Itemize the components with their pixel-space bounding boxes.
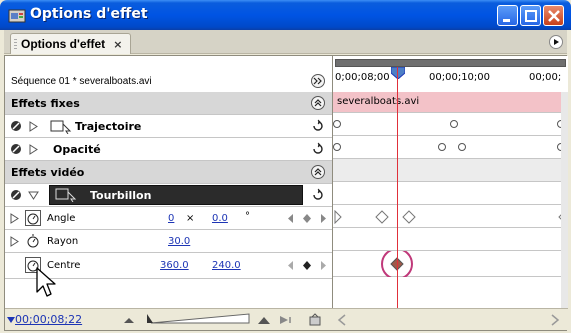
scroll-right-icon[interactable] xyxy=(550,314,560,326)
zoom-bar[interactable] xyxy=(335,59,566,67)
angle-revolutions-value[interactable]: 0 xyxy=(168,213,174,224)
mouse-cursor-icon xyxy=(36,267,56,297)
timeline-row-rayon xyxy=(333,228,568,251)
effect-controls-content: Séquence 01 * severalboats.avi Effets fi… xyxy=(4,55,568,331)
scroll-left-icon[interactable] xyxy=(337,314,347,326)
tab-label: Options d'effet xyxy=(21,37,106,51)
current-timecode[interactable]: 00;00;08;22 xyxy=(15,313,82,326)
reset-icon[interactable] xyxy=(311,142,325,156)
expand-triangle-icon[interactable] xyxy=(29,121,38,132)
centre-x-value[interactable]: 360.0 xyxy=(160,260,189,271)
video-effects-header[interactable]: Effets vidéo xyxy=(5,161,332,184)
play-audio-icon[interactable] xyxy=(279,314,295,326)
keyframe-markers xyxy=(334,210,566,224)
show-timeline-button[interactable] xyxy=(311,74,325,88)
timeline-row-opacite xyxy=(333,136,568,159)
ruler-timecode-start: 0;00;08;00 xyxy=(335,72,390,83)
fixed-effects-header[interactable]: Effets fixes xyxy=(5,92,332,115)
video-effects-label: Effets vidéo xyxy=(11,166,85,179)
transform-icon[interactable] xyxy=(50,120,72,134)
keyframe-navigator[interactable] xyxy=(287,260,329,271)
param-row-rayon[interactable]: Rayon 30.0 xyxy=(5,230,332,253)
centre-y-value[interactable]: 240.0 xyxy=(212,260,241,271)
timeline-panel: 0;00;08;00 00;00;10;00 00;00; severalboa… xyxy=(332,56,568,330)
collapse-triangle-icon[interactable] xyxy=(28,191,39,200)
expand-triangle-icon[interactable] xyxy=(29,144,38,155)
stopwatch-icon[interactable] xyxy=(25,210,41,226)
grip-icon[interactable] xyxy=(14,39,17,50)
ruler-timecode-mid: 00;00;10;00 xyxy=(429,72,491,83)
zoom-slider[interactable] xyxy=(145,312,255,326)
rayon-value[interactable]: 30.0 xyxy=(168,236,190,247)
toggle-loop-icon[interactable] xyxy=(308,313,322,327)
angle-degrees-value[interactable]: 0.0 xyxy=(212,213,228,224)
reset-icon[interactable] xyxy=(311,119,325,133)
effect-options-window: Options d'effet Options d'effet × Séquen… xyxy=(0,0,571,333)
zoom-in-icon[interactable] xyxy=(257,315,271,325)
panel-menu-button[interactable] xyxy=(549,35,563,49)
sequence-row: Séquence 01 * severalboats.avi xyxy=(5,71,332,92)
timeline-row-trajectoire xyxy=(333,113,568,136)
stopwatch-icon[interactable] xyxy=(25,233,41,249)
param-label: Rayon xyxy=(47,236,79,247)
timeline-row-centre xyxy=(333,251,568,277)
tab-effect-options[interactable]: Options d'effet × xyxy=(10,33,132,54)
fx-toggle-icon[interactable] xyxy=(10,120,22,132)
time-ruler[interactable]: 0;00;08;00 00;00;10;00 00;00; xyxy=(333,56,568,92)
effect-row-opacite[interactable]: Opacité xyxy=(5,138,332,161)
fixed-effects-label: Effets fixes xyxy=(11,97,80,110)
effect-controls-list: Séquence 01 * severalboats.avi Effets fi… xyxy=(5,56,332,330)
clip-name: severalboats.avi xyxy=(337,96,420,107)
selected-effect-highlight[interactable]: Tourbillon xyxy=(49,185,303,205)
keyframe-markers xyxy=(333,143,565,151)
app-icon xyxy=(8,9,26,23)
expand-triangle-icon[interactable] xyxy=(10,236,19,247)
close-button[interactable] xyxy=(543,5,564,26)
angle-separator: × xyxy=(186,213,195,224)
fx-toggle-icon[interactable] xyxy=(10,189,22,201)
effect-row-tourbillon[interactable]: Tourbillon xyxy=(5,184,332,207)
zoom-out-icon[interactable] xyxy=(123,315,135,325)
timeline-row-video-header xyxy=(333,159,568,182)
collapse-video-button[interactable] xyxy=(311,165,325,179)
effect-name: Opacité xyxy=(53,143,101,156)
expand-triangle-icon[interactable] xyxy=(10,213,19,224)
param-label: Angle xyxy=(47,213,76,224)
timeline-row-tourbillon xyxy=(333,182,568,205)
timeline-row-angle xyxy=(333,205,568,228)
sequence-label: Séquence 01 * severalboats.avi xyxy=(11,76,152,87)
effect-name: Trajectoire xyxy=(75,120,142,133)
vertical-scrollbar[interactable] xyxy=(561,92,568,330)
ruler-timecode-end: 00;00; xyxy=(529,72,562,83)
effect-row-trajectoire[interactable]: Trajectoire xyxy=(5,115,332,138)
reset-icon[interactable] xyxy=(311,188,325,202)
maximize-button[interactable] xyxy=(520,5,541,26)
playhead-handle-icon[interactable] xyxy=(391,67,405,79)
collapse-fixed-button[interactable] xyxy=(311,96,325,110)
title-bar[interactable]: Options d'effet xyxy=(0,0,571,30)
fx-toggle-icon[interactable] xyxy=(10,143,22,155)
clip-bar[interactable]: severalboats.avi xyxy=(333,92,568,113)
param-row-angle[interactable]: Angle 0 × 0.0 ° xyxy=(5,207,332,230)
angle-unit: ° xyxy=(245,211,250,222)
keyframe-navigator[interactable] xyxy=(287,213,329,224)
playhead-line[interactable] xyxy=(397,67,398,329)
triangle-down-icon[interactable] xyxy=(7,316,15,324)
minimize-button[interactable] xyxy=(497,5,518,26)
keyframe-markers xyxy=(333,120,565,128)
keyframe-markers xyxy=(381,251,413,277)
footer-bar: 00;00;08;22 xyxy=(5,308,568,330)
window-title: Options d'effet xyxy=(30,6,148,22)
transform-icon[interactable] xyxy=(55,188,77,202)
panel-tab-strip: Options d'effet × xyxy=(4,30,567,54)
tab-close-icon[interactable]: × xyxy=(113,38,122,51)
effect-name: Tourbillon xyxy=(90,189,152,202)
